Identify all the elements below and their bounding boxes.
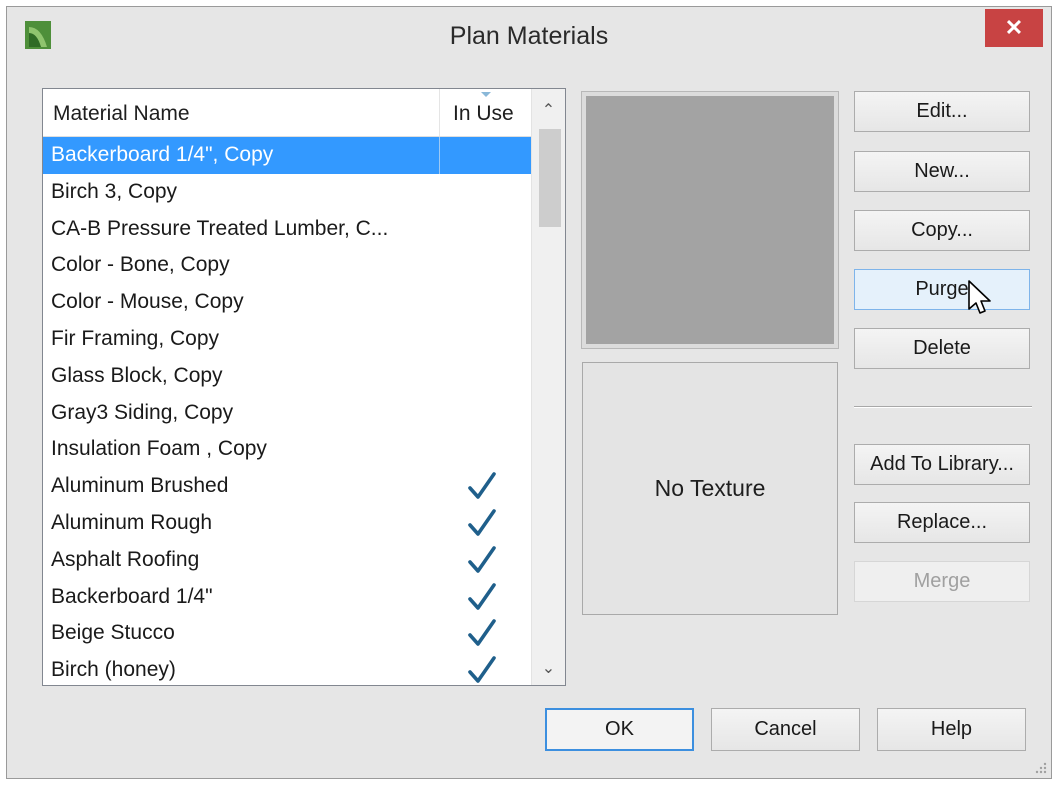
button-divider [854, 406, 1032, 408]
in-use-checkmark-icon [468, 619, 496, 647]
list-item[interactable]: Insulation Foam , Copy [43, 431, 532, 468]
column-separator[interactable] [439, 89, 440, 136]
scroll-down-icon[interactable]: ⌄ [532, 651, 565, 685]
list-item[interactable]: CA-B Pressure Treated Lumber, C... [43, 211, 532, 248]
color-swatch-preview [581, 91, 839, 349]
cancel-button[interactable]: Cancel [711, 708, 860, 751]
material-name: Beige Stucco [51, 621, 175, 645]
texture-label: No Texture [654, 475, 766, 501]
mouse-pointer-icon [968, 280, 991, 314]
material-name: Backerboard 1/4" [51, 584, 213, 608]
title-bar: Plan Materials ✕ [7, 7, 1051, 65]
replace-button[interactable]: Replace... [854, 502, 1030, 543]
vertical-scrollbar[interactable]: ⌃ ⌄ [531, 89, 565, 685]
material-name: Fir Framing, Copy [51, 326, 220, 350]
list-item[interactable]: Birch (honey) [43, 652, 532, 685]
close-button[interactable]: ✕ [985, 9, 1043, 47]
material-name: Aluminum Rough [51, 510, 213, 534]
material-name: Birch (honey) [51, 658, 176, 682]
material-name: Asphalt Roofing [51, 547, 200, 571]
material-name: CA-B Pressure Treated Lumber, C... [51, 216, 389, 240]
delete-button[interactable]: Delete [854, 328, 1030, 369]
material-name: Birch 3, Copy [51, 179, 178, 203]
in-use-checkmark-icon [468, 582, 496, 610]
add-to-library-button[interactable]: Add To Library... [854, 444, 1030, 485]
list-item[interactable]: Glass Block, Copy [43, 358, 532, 395]
list-item[interactable]: Asphalt Roofing [43, 542, 532, 579]
column-header-in-use[interactable]: In Use [453, 102, 514, 126]
list-item[interactable]: Color - Mouse, Copy [43, 284, 532, 321]
purge-button[interactable]: Purge [854, 269, 1030, 310]
merge-button[interactable]: Merge [854, 561, 1030, 602]
help-button[interactable]: Help [877, 708, 1026, 751]
resize-grip-icon[interactable] [1033, 760, 1047, 774]
close-icon: ✕ [1004, 15, 1024, 40]
scroll-up-icon[interactable]: ⌃ [532, 93, 565, 127]
list-item[interactable]: Gray3 Siding, Copy [43, 395, 532, 432]
in-use-checkmark-icon [468, 656, 496, 683]
column-header-material-name[interactable]: Material Name [53, 102, 190, 126]
material-name: Backerboard 1/4", Copy [51, 143, 274, 166]
list-item[interactable]: Birch 3, Copy [43, 174, 532, 211]
scroll-thumb[interactable] [539, 129, 561, 227]
list-item[interactable]: Beige Stucco [43, 615, 532, 652]
material-name: Gray3 Siding, Copy [51, 400, 234, 424]
list-item[interactable]: Backerboard 1/4", Copy [43, 137, 532, 174]
list-item[interactable]: Aluminum Rough [43, 505, 532, 542]
in-use-checkmark-icon [468, 509, 496, 536]
list-header: Material Name In Use [43, 89, 532, 137]
new-button[interactable]: New... [854, 151, 1030, 192]
texture-preview: No Texture [582, 362, 838, 615]
material-name: Color - Mouse, Copy [51, 290, 244, 314]
list-item[interactable]: Backerboard 1/4" [43, 579, 532, 616]
in-use-checkmark-icon [468, 545, 496, 573]
row-column-separator [439, 137, 440, 174]
list-item[interactable]: Color - Bone, Copy [43, 247, 532, 284]
material-name: Aluminum Brushed [51, 474, 229, 498]
copy-button[interactable]: Copy... [854, 210, 1030, 251]
plan-materials-dialog: Plan Materials ✕ Material Name In Use Ba… [6, 6, 1052, 779]
list-rows: Backerboard 1/4", Copy Birch 3, Copy CA-B … [43, 137, 532, 685]
material-name: Insulation Foam , Copy [51, 437, 267, 461]
sort-indicator-icon [481, 92, 491, 97]
in-use-checkmark-icon [468, 472, 496, 499]
list-item[interactable]: Fir Framing, Copy [43, 321, 532, 358]
material-name: Color - Bone, Copy [51, 253, 230, 277]
ok-button[interactable]: OK [545, 708, 694, 751]
material-name: Glass Block, Copy [51, 363, 223, 387]
edit-button[interactable]: Edit... [854, 91, 1030, 132]
window-title: Plan Materials [449, 22, 609, 50]
list-item[interactable]: Aluminum Brushed [43, 468, 532, 505]
materials-list[interactable]: Material Name In Use Backerboard 1/4", C… [42, 88, 566, 686]
